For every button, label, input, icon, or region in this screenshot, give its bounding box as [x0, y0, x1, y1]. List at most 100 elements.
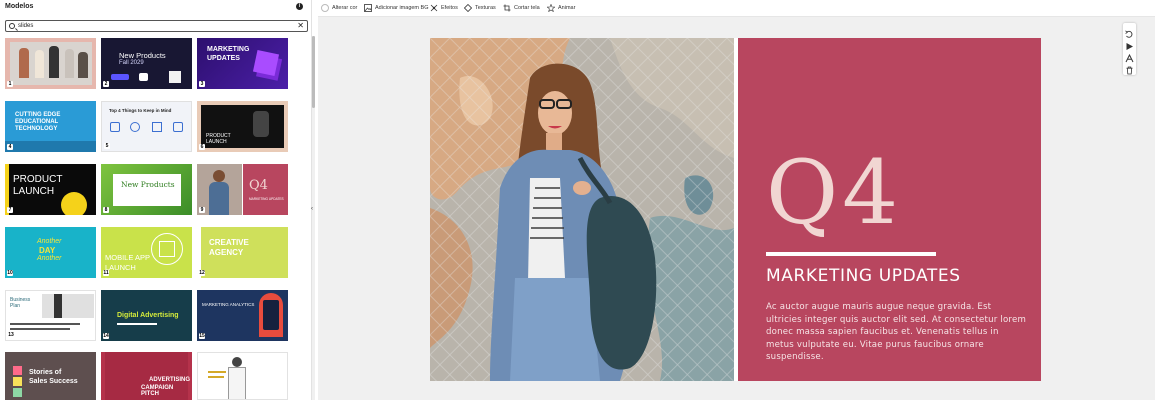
slide-side-tools	[1123, 23, 1136, 75]
tool-change-color[interactable]: Alterar cor	[321, 3, 357, 13]
template-thumbnail[interactable]: CUTTING EDGE EDUCATIONAL TECHNOLOGY 4	[5, 101, 96, 152]
panel-title: Modelos	[5, 3, 34, 10]
template-thumbnail[interactable]: Digital Advertising 14	[101, 290, 192, 341]
slide-photo[interactable]	[430, 38, 734, 381]
clear-search-icon[interactable]: ✕	[297, 21, 304, 31]
trash-icon[interactable]	[1125, 62, 1134, 75]
texture-icon	[463, 3, 473, 13]
tool-crop[interactable]: Cortar tela	[503, 3, 540, 13]
template-number: 4	[7, 144, 13, 150]
top-toolbar: Alterar cor Adicionar imagem BG Efeitos …	[318, 0, 1155, 17]
template-title: CREATIVE	[209, 238, 249, 247]
template-thumbnail[interactable]: New Products Fall 2029 2	[101, 38, 192, 89]
template-title-3: Another	[37, 255, 62, 262]
template-thumbnail[interactable]: MOBILE APP LAUNCH 11	[101, 227, 192, 278]
tool-label: Efeitos	[441, 5, 458, 11]
template-number: 9	[199, 207, 205, 213]
template-thumbnail[interactable]: PRODUCT LAUNCH 7	[5, 164, 96, 215]
panel-scrollbar-thumb[interactable]	[312, 36, 315, 108]
text-style-icon[interactable]	[1125, 50, 1134, 63]
template-title: MOBILE APP	[105, 253, 151, 262]
slide-q4-title[interactable]: Q4	[766, 146, 902, 240]
template-title: CUTTING EDGE	[15, 112, 61, 118]
template-thumbnail[interactable]: MARKETING UPDATES 3	[197, 38, 288, 89]
template-title: Q4	[249, 178, 268, 193]
search-input[interactable]: slides ✕	[5, 20, 308, 32]
template-subtitle: DAY	[39, 246, 56, 255]
template-title-3: TECHNOLOGY	[15, 126, 58, 132]
template-thumbnail[interactable]: Stories of Sales Success	[5, 352, 96, 400]
template-thumbnail[interactable]: New Products 8	[101, 164, 192, 215]
template-subtitle: Fall 2029	[119, 60, 144, 66]
panel-header: Modelos i	[5, 3, 305, 15]
effects-icon	[430, 4, 438, 12]
template-thumbnail[interactable]: Another DAY Another 10	[5, 227, 96, 278]
template-title: ADVERTISING	[149, 377, 191, 383]
template-title: Another	[37, 238, 62, 245]
tool-label: Cortar tela	[514, 5, 540, 11]
search-icon	[9, 23, 15, 29]
tool-label: Adicionar imagem BG	[375, 5, 429, 11]
template-subtitle: LAUNCH	[206, 139, 227, 145]
tool-label: Animar	[558, 5, 576, 11]
search-value[interactable]: slides	[18, 22, 33, 31]
template-number: 7	[7, 207, 13, 213]
template-number: 10	[7, 270, 13, 276]
template-subtitle: CAMPAIGN PITCH	[141, 385, 174, 397]
template-thumbnail[interactable]: Top 4 Things to Keep in Mind 5	[101, 101, 192, 152]
tool-label: Alterar cor	[332, 5, 358, 11]
tool-effects[interactable]: Efeitos	[430, 3, 458, 13]
template-title-2: EDUCATIONAL	[15, 119, 59, 125]
template-title: New Products	[121, 180, 175, 189]
template-title: PRODUCT	[13, 174, 63, 185]
template-number: 3	[199, 81, 205, 87]
template-title: MARKETING	[207, 46, 250, 53]
tool-animate[interactable]: Animar	[546, 3, 576, 13]
slide-heading[interactable]: MARKETING UPDATES	[766, 266, 961, 286]
template-subtitle: AGENCY	[209, 248, 244, 257]
template-number: 8	[103, 207, 109, 213]
info-icon[interactable]: i	[296, 3, 303, 10]
title-underline	[766, 252, 936, 256]
templates-panel: Modelos i slides ✕ 1 New Products Fall 2…	[0, 0, 312, 400]
slide[interactable]: Q4 MARKETING UPDATES Ac auctor augue mau…	[430, 38, 1041, 381]
template-thumbnail[interactable]: Q4 MARKETING UPDATES 9	[197, 164, 288, 215]
template-number: 11	[103, 270, 109, 276]
collapse-panel-icon[interactable]: ‹	[311, 205, 317, 213]
template-title: Top 4 Things to Keep in Mind	[109, 108, 172, 113]
template-number: 12	[199, 270, 205, 276]
color-circle-icon	[321, 4, 329, 12]
template-thumbnail[interactable]: MARKETING ANALYTICS 15	[197, 290, 288, 341]
crop-icon	[503, 4, 511, 12]
template-title: Stories of	[29, 369, 62, 376]
star-icon	[546, 3, 556, 13]
tool-textures[interactable]: Texturas	[463, 3, 496, 13]
template-subtitle: LAUNCH	[105, 263, 136, 272]
template-thumbnail[interactable]: 1	[5, 38, 96, 89]
canvas-area: Q4 MARKETING UPDATES Ac auctor augue mau…	[318, 17, 1155, 400]
editor-app: Modelos i slides ✕ 1 New Products Fall 2…	[0, 0, 1155, 400]
play-icon[interactable]	[1125, 38, 1134, 50]
template-number: 6	[199, 144, 205, 150]
template-thumbnail[interactable]: Business Plan 13	[5, 290, 96, 341]
template-title: Digital Advertising	[117, 312, 179, 319]
slide-text-panel[interactable]: Q4 MARKETING UPDATES Ac auctor augue mau…	[738, 38, 1041, 381]
template-thumbnail[interactable]: PRODUCT LAUNCH 6	[197, 101, 288, 152]
template-subtitle: Sales Success	[29, 378, 78, 385]
undo-icon[interactable]	[1125, 26, 1134, 38]
template-number: 1	[7, 81, 13, 87]
tool-label: Texturas	[475, 5, 496, 11]
slide-body-text[interactable]: Ac auctor augue mauris augue neque gravi…	[766, 301, 1028, 364]
template-title: MARKETING ANALYTICS	[202, 302, 255, 307]
template-thumbnail[interactable]: CREATIVE AGENCY 12	[197, 227, 288, 278]
template-number: 2	[103, 81, 109, 87]
template-subtitle: LAUNCH	[13, 186, 55, 197]
template-number: 14	[103, 333, 109, 339]
template-number: 5	[104, 143, 110, 149]
template-number: 15	[199, 333, 205, 339]
template-title: New Products	[119, 51, 166, 60]
template-thumbnail[interactable]	[197, 352, 288, 400]
template-subtitle: UPDATES	[207, 55, 240, 62]
tool-add-background-image[interactable]: Adicionar imagem BG	[364, 3, 429, 13]
template-thumbnail[interactable]: ADVERTISING CAMPAIGN PITCH	[101, 352, 192, 400]
